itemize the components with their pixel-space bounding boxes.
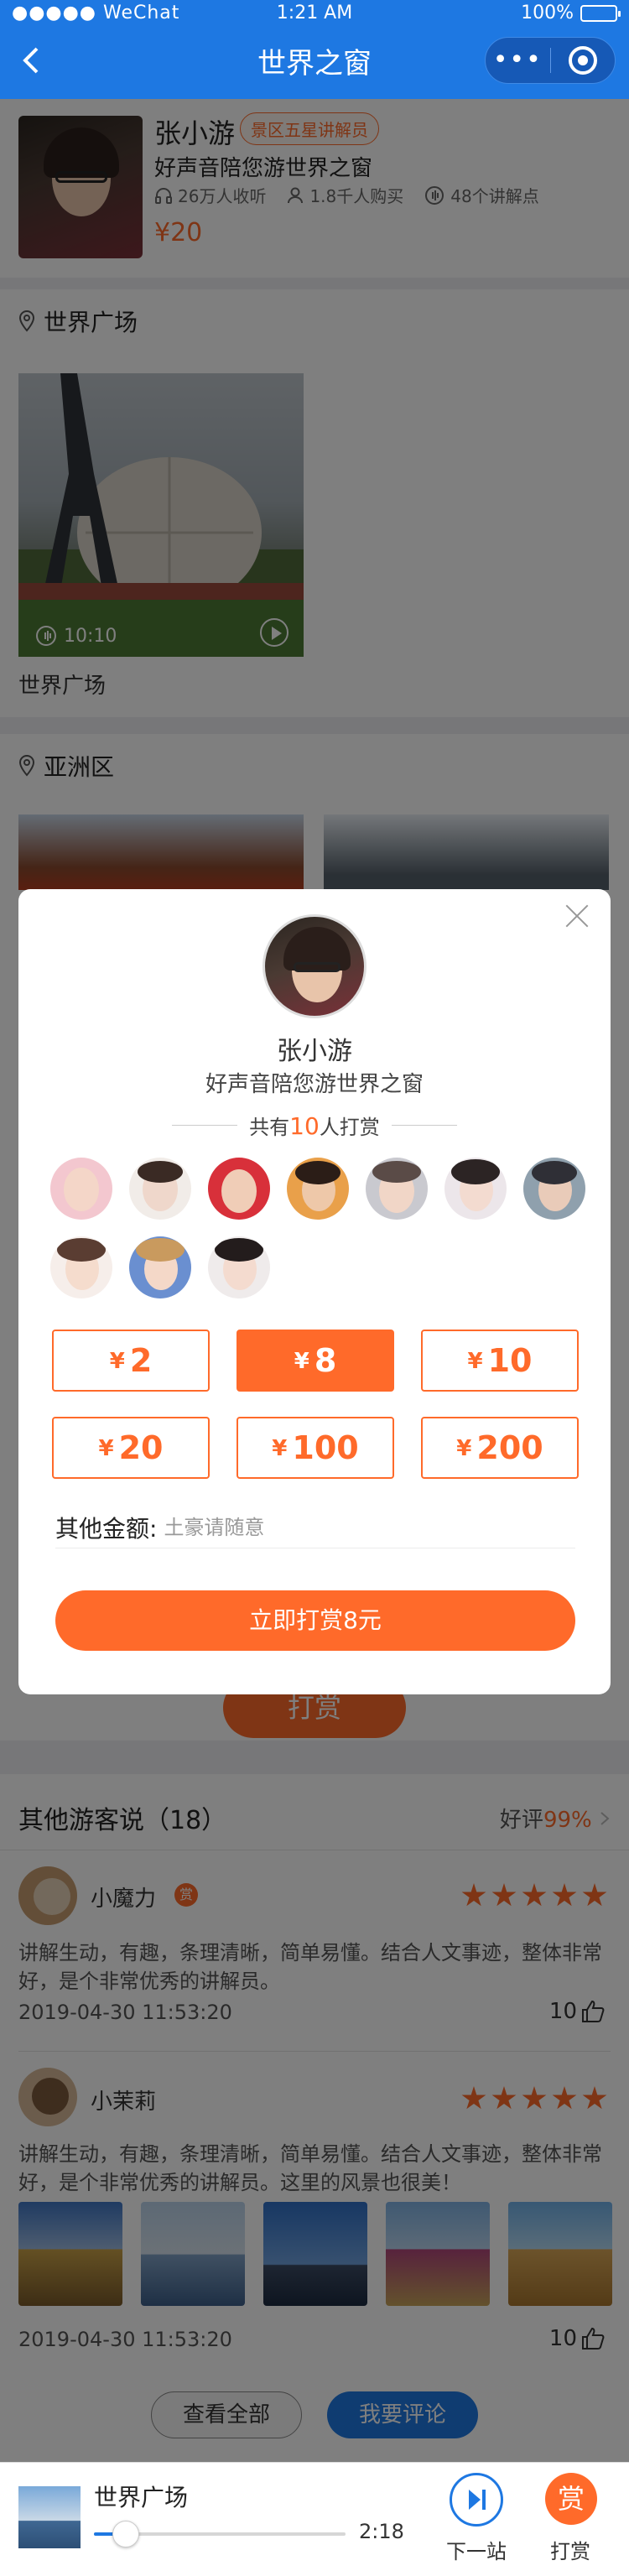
more-icon[interactable]: •••: [486, 37, 550, 84]
other-amount-row: 其他金额:: [55, 1507, 575, 1548]
tip-label: 打赏: [550, 2540, 590, 2563]
amount-option-2[interactable]: ¥2: [52, 1330, 210, 1392]
avatar: [444, 1158, 507, 1220]
tipper-count-text: 共有10人打赏: [249, 1112, 380, 1140]
amount-option-100[interactable]: ¥100: [237, 1417, 394, 1479]
divider: [391, 1125, 457, 1126]
tipper-avatars: [50, 1158, 587, 1298]
amount-options: ¥2 ¥8 ¥10 ¥20 ¥100 ¥200: [52, 1330, 580, 1479]
close-mini-program-button[interactable]: [551, 46, 616, 75]
avatar: [523, 1158, 585, 1220]
other-amount-input[interactable]: [164, 1515, 575, 1539]
next-stop-label: 下一站: [446, 2540, 507, 2563]
close-icon[interactable]: [562, 901, 592, 931]
top-bar: ●●●●● WeChat 1:21 AM 100% 世界之窗 •••: [0, 0, 629, 99]
guide-avatar: [263, 914, 366, 1018]
amount-option-8[interactable]: ¥8: [237, 1330, 394, 1392]
amount-option-20[interactable]: ¥20: [52, 1417, 210, 1479]
avatar: [208, 1236, 270, 1298]
divider: [172, 1125, 238, 1126]
reward-modal: 张小游 好声音陪您游世界之窗 共有10人打赏 ¥2 ¥8 ¥10 ¥20 ¥10…: [18, 889, 611, 1694]
guide-slogan: 好声音陪您游世界之窗: [205, 1072, 424, 1097]
avatar: [366, 1158, 428, 1220]
amount-option-10[interactable]: ¥10: [421, 1330, 579, 1392]
nav-bar: 世界之窗 •••: [0, 32, 629, 91]
tipper-count: 共有10人打赏: [18, 1111, 611, 1140]
other-amount-label: 其他金额:: [55, 1514, 158, 1543]
confirm-tip-button[interactable]: 立即打赏8元: [55, 1590, 575, 1651]
avatar: [129, 1158, 191, 1220]
avatar: [50, 1236, 112, 1298]
avatar: [129, 1236, 191, 1298]
audio-player: 世界广场 2:18 下一站 赏 打赏: [0, 2462, 629, 2576]
guide-name: 张小游: [277, 1037, 352, 1066]
track-thumbnail: [18, 2486, 81, 2548]
next-track-icon: [469, 2490, 486, 2510]
tip-button[interactable]: 赏: [545, 2473, 597, 2525]
mini-program-capsule: •••: [485, 37, 616, 84]
avatar: [287, 1158, 349, 1220]
battery-icon: [580, 4, 621, 22]
record-icon: [568, 46, 597, 75]
progress-handle[interactable]: [112, 2521, 139, 2547]
track-title: 世界广场: [94, 2484, 189, 2511]
amount-option-200[interactable]: ¥200: [421, 1417, 579, 1479]
next-stop-button[interactable]: [450, 2473, 503, 2527]
track-time: 2:18: [359, 2520, 404, 2543]
battery-indicator: 100%: [521, 3, 621, 23]
avatar: [50, 1158, 112, 1220]
status-bar: ●●●●● WeChat 1:21 AM 100%: [0, 0, 629, 29]
battery-percent: 100%: [521, 3, 574, 23]
avatar: [208, 1158, 270, 1220]
